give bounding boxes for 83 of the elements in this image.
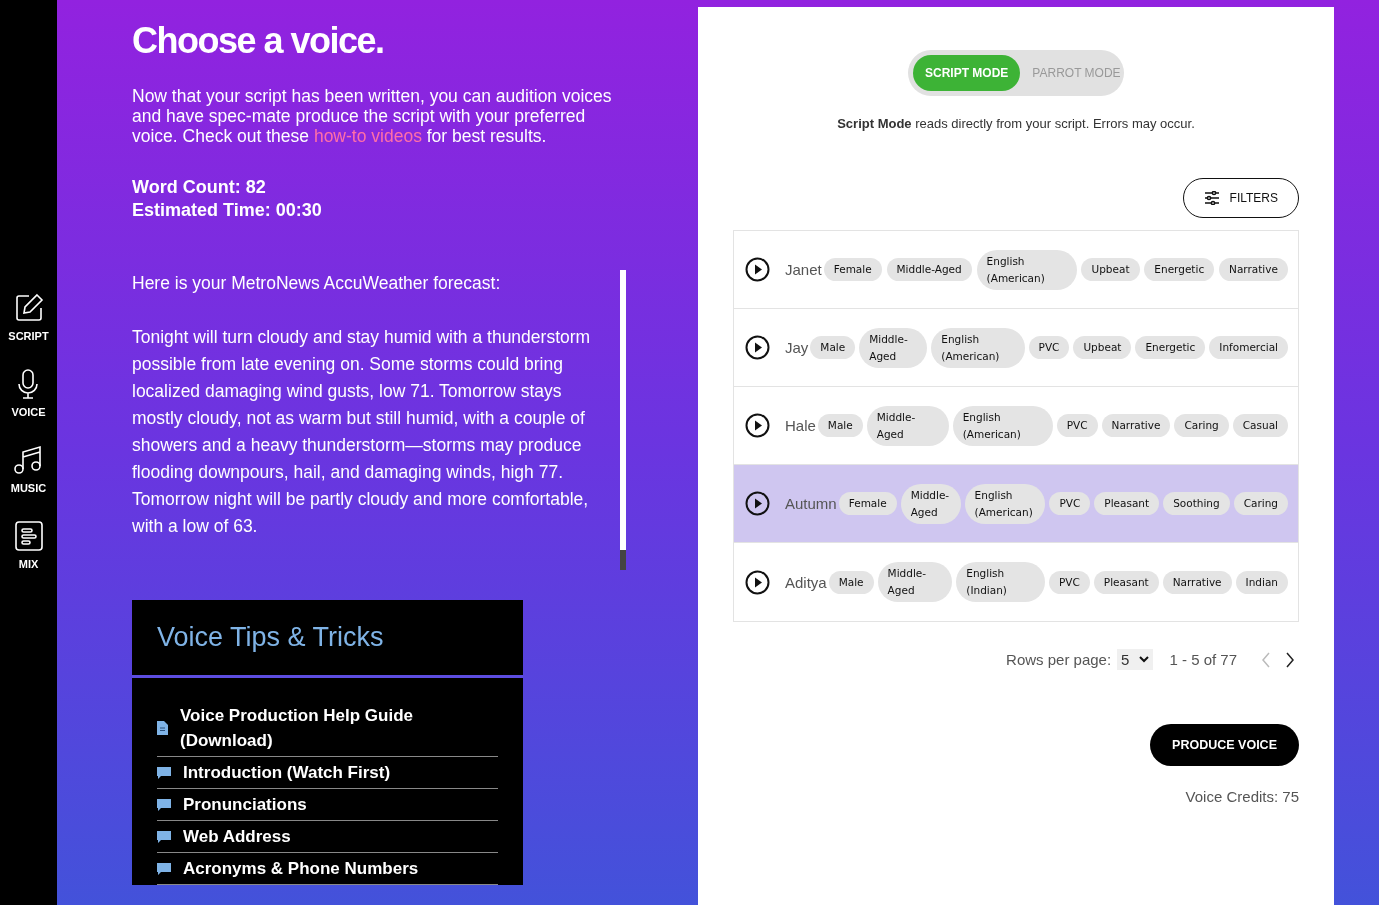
mode-description: Script Mode reads directly from your script. Errors may occur.	[836, 116, 1196, 131]
voice-tag: Male	[828, 570, 874, 594]
tip-link[interactable]: Introduction (Watch First)	[183, 760, 391, 785]
voice-name: Janet	[785, 261, 822, 278]
play-button[interactable]	[745, 413, 770, 438]
voice-tag: Narrative	[1101, 414, 1171, 437]
page-range: 1 - 5 of 77	[1169, 651, 1237, 668]
voice-tag: Middle-Aged	[900, 483, 961, 524]
filters-button[interactable]: FILTERS	[1182, 178, 1299, 218]
tip-link[interactable]: Acronyms & Phone Numbers	[183, 856, 419, 881]
voice-tag: Male	[817, 414, 863, 437]
mix-icon	[13, 520, 44, 552]
chat-icon	[157, 829, 171, 844]
voice-tag: Female	[838, 492, 897, 515]
voice-tag: Indian	[1235, 570, 1288, 594]
voice-tag: Infomercial	[1209, 336, 1288, 359]
voice-tag: Soothing	[1163, 492, 1230, 515]
voice-tag: Upbeat	[1073, 336, 1132, 359]
scrollbar[interactable]	[620, 270, 626, 570]
play-button[interactable]	[745, 257, 770, 282]
script-paragraph: Here is your MetroNews AccuWeather forecast:	[132, 272, 502, 295]
voice-tag: English (American)	[931, 327, 1025, 368]
tips-title: Voice Tips & Tricks	[157, 622, 384, 653]
microphone-icon	[16, 368, 41, 400]
voice-tag: Upbeat	[1081, 258, 1140, 281]
chevron-down-icon	[1139, 656, 1150, 663]
nav-item[interactable]: MUSIC	[10, 444, 47, 494]
play-icon	[745, 491, 770, 516]
voice-tag: PVC	[1049, 570, 1090, 594]
voice-tag: PVC	[1056, 414, 1098, 437]
produce-voice-button[interactable]: PRODUCE VOICE	[1150, 724, 1299, 766]
chat-icon	[157, 765, 171, 780]
voice-credits: Voice Credits: 75	[1184, 788, 1299, 805]
voice-tag: Middle-Aged	[859, 327, 928, 368]
play-icon	[745, 413, 770, 438]
voice-tag: Middle-Aged	[866, 405, 949, 446]
nav-item[interactable]: SCRIPT	[8, 292, 49, 342]
voice-tag: Male	[810, 336, 856, 359]
page-title: Choose a voice.	[132, 20, 385, 62]
voice-tag: English (Indian)	[956, 562, 1045, 602]
rows-per-page-select[interactable]: 5	[1117, 649, 1154, 670]
chat-icon	[157, 797, 171, 812]
tip-link[interactable]: Voice Production Help Guide (Download)	[180, 703, 498, 753]
word-count: Word Count: 82	[132, 176, 267, 199]
voice-tag: Caring	[1174, 414, 1229, 437]
voice-tag: English (American)	[976, 249, 1077, 290]
voice-name: Jay	[785, 339, 809, 356]
voice-tag: Energetic	[1144, 258, 1215, 281]
script-paragraph: Tonight will turn cloudy and stay humid with a thunderstorm possible from late evening on. Some storms could bring localized damaging wind gusts, low 71. Tomorrow stays mostly cloudy, not as warm but still humid, with a couple of showers and a heavy thunderstorm—storms may produce flooding downpours, hail, and damaging winds, high 77. Tomorrow night will be partly cloudy and more comfortable, with a low of 63.	[132, 326, 592, 538]
play-button[interactable]	[745, 491, 770, 516]
estimated-time: Estimated Time: 00:30	[132, 199, 323, 222]
voice-tag: Middle-Aged	[877, 562, 953, 602]
play-button[interactable]	[745, 569, 770, 595]
nav-item[interactable]: VOICE	[11, 368, 46, 418]
voice-tag: Pleasant	[1094, 492, 1160, 515]
voice-name: Autumn	[785, 495, 837, 512]
sliders-icon	[1203, 191, 1220, 205]
voice-name: Hale	[785, 417, 816, 434]
voice-tag: Energetic	[1135, 336, 1206, 359]
voice-tag: Narrative	[1219, 258, 1288, 281]
play-icon	[745, 257, 770, 282]
voice-tag: Female	[823, 258, 882, 281]
play-icon	[745, 335, 770, 360]
play-button[interactable]	[745, 335, 770, 360]
tip-link[interactable]: Web Address	[183, 824, 291, 849]
nav-item[interactable]: MIX	[13, 520, 44, 570]
voice-tag: Pleasant	[1093, 570, 1159, 594]
voice-tag: English (American)	[964, 483, 1046, 524]
voice-row[interactable]: Autumn Female Middle-Aged English (American) PVC Pleasant Soothing Caring	[734, 465, 1298, 543]
voice-tag: Casual	[1232, 414, 1288, 437]
voice-tag: Caring	[1233, 492, 1288, 515]
voice-tag: English (American)	[952, 405, 1053, 446]
voice-tag: Narrative	[1162, 570, 1232, 594]
voice-tag: PVC	[1028, 336, 1070, 359]
voice-tag: Middle-Aged	[886, 258, 972, 281]
document-icon	[157, 721, 168, 735]
play-icon	[745, 569, 770, 595]
intro-text: Now that your script has been written, you can audition voices and have spec-mate produce the script with your preferred voice. Check out these how-to videos for best results.	[132, 86, 613, 146]
voice-tag: PVC	[1049, 492, 1091, 515]
tip-link[interactable]: Pronunciations	[183, 792, 307, 817]
voice-name: Aditya	[785, 573, 827, 591]
rows-per-page-label: Rows per page:	[1006, 651, 1112, 668]
chat-icon	[157, 861, 171, 876]
